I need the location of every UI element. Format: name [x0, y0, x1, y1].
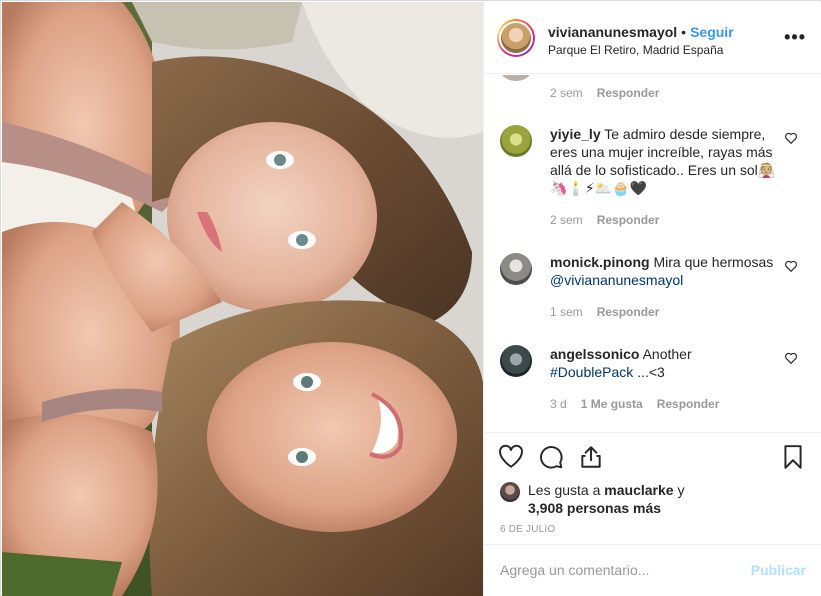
comment-meta: 3 d 1 Me gusta Responder [550, 397, 733, 411]
comment-avatar[interactable] [500, 253, 532, 285]
bookmark-icon[interactable] [780, 444, 806, 470]
comment-username[interactable]: yiyie_ly [550, 126, 601, 142]
comment-text: angelssonico Another #DoublePack ...<3 [550, 345, 778, 381]
comment-content: Another [642, 346, 692, 362]
follow-button[interactable]: Seguir [690, 24, 734, 40]
comment-time[interactable]: 2 sem [550, 86, 583, 100]
likes-text: Les gusta a mauclarke y 3,908 personas m… [528, 481, 728, 517]
comments-list[interactable]: 2 sem Responder yiyie_ly Te admiro desde … [484, 75, 821, 433]
comment-likes[interactable]: 1 Me gusta [581, 397, 643, 411]
reply-button[interactable]: Responder [657, 397, 720, 411]
comment-time[interactable]: 2 sem [550, 213, 583, 227]
header-line: viviananunesmayol • Seguir [548, 23, 734, 41]
heart-icon[interactable] [498, 444, 524, 470]
likes-count[interactable]: 3,908 personas más [528, 500, 661, 516]
mention-link[interactable]: @viviananunesmayol [550, 272, 683, 288]
liker-avatar[interactable] [500, 482, 520, 502]
post-sidebar: viviananunesmayol • Seguir Parque El Retir… [483, 2, 821, 596]
header-text: viviananunesmayol • Seguir Parque El Retir… [548, 23, 734, 58]
hashtag-link[interactable]: #DoublePack [550, 364, 633, 380]
like-comment-icon[interactable] [784, 259, 798, 273]
comment-avatar-partial[interactable] [500, 75, 532, 81]
share-icon[interactable] [578, 444, 604, 470]
comment-icon[interactable] [538, 444, 564, 470]
comment-input[interactable] [500, 559, 730, 581]
post-header: viviananunesmayol • Seguir Parque El Retir… [484, 2, 821, 74]
add-comment-bar: Publicar [484, 544, 821, 596]
comment-username[interactable]: monick.pinong [550, 254, 650, 270]
reply-button[interactable]: Responder [597, 213, 660, 227]
separator-dot: • [681, 24, 687, 40]
liker-username[interactable]: mauclarke [604, 482, 673, 498]
more-options-button[interactable]: ••• [784, 28, 806, 46]
like-comment-icon[interactable] [784, 131, 798, 145]
post-date[interactable]: 6 DE JULIO [500, 524, 555, 535]
reply-button[interactable]: Responder [597, 86, 660, 100]
likes-prefix: Les gusta a [528, 482, 605, 498]
action-bar: Les gusta a mauclarke y 3,908 personas m… [484, 434, 821, 544]
comment-meta: 2 sem Responder [550, 213, 673, 227]
likes-middle: y [673, 482, 685, 498]
comment-meta: 2 sem Responder [550, 86, 673, 100]
comment-avatar[interactable] [500, 345, 532, 377]
comment-avatar[interactable] [500, 125, 532, 157]
publish-button[interactable]: Publicar [751, 562, 806, 578]
comment-time[interactable]: 1 sem [550, 305, 583, 319]
comment-content-end: ...<3 [633, 364, 665, 380]
selfie-image [2, 2, 483, 596]
comment-text: monick.pinong Mira que hermosas @viviana… [550, 253, 778, 289]
comment-meta: 1 sem Responder [550, 305, 673, 319]
avatar-image [501, 23, 531, 53]
comment-time[interactable]: 3 d [550, 397, 567, 411]
avatar[interactable] [497, 19, 535, 57]
like-comment-icon[interactable] [784, 351, 798, 365]
comment-text: yiyie_ly Te admiro desde siempre, eres u… [550, 125, 778, 197]
username-link[interactable]: viviananunesmayol [548, 24, 677, 40]
comment-content: Mira que hermosas [653, 254, 774, 270]
post-frame: viviananunesmayol • Seguir Parque El Retir… [0, 0, 821, 596]
location-link[interactable]: Parque El Retiro, Madrid España [548, 42, 734, 58]
reply-button[interactable]: Responder [597, 305, 660, 319]
post-photo[interactable] [2, 2, 483, 596]
comment-username[interactable]: angelssonico [550, 346, 639, 362]
